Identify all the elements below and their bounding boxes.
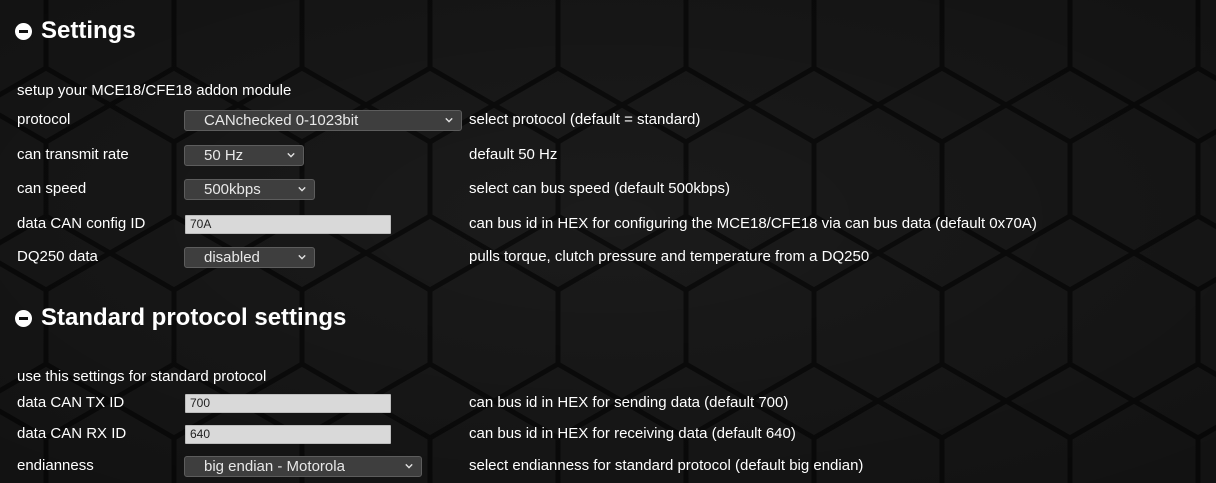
settings-page: Settings setup your MCE18/CFE18 addon mo… xyxy=(0,0,1216,483)
transmit-rate-row: can transmit rate 50 Hz default 50 Hz xyxy=(0,141,1216,169)
dq250-select[interactable]: disabled xyxy=(184,247,315,268)
can-speed-help: select can bus speed (default 500kbps) xyxy=(469,180,730,197)
dq250-row: DQ250 data disabled pulls torque, clutch… xyxy=(0,243,1216,271)
config-id-input[interactable]: 70A xyxy=(185,215,391,234)
dq250-label: DQ250 data xyxy=(17,248,98,265)
dq250-select-value: disabled xyxy=(204,249,260,266)
config-id-label: data CAN config ID xyxy=(17,215,146,232)
rx-id-label: data CAN RX ID xyxy=(17,425,127,442)
tx-id-row: data CAN TX ID 700 can bus id in HEX for… xyxy=(0,389,1216,417)
standard-section-description: use this settings for standard protocol xyxy=(17,368,267,385)
protocol-select-value: CANchecked 0-1023bit xyxy=(204,112,359,129)
rx-id-input[interactable]: 640 xyxy=(185,425,391,444)
chevron-down-icon xyxy=(287,151,295,159)
can-speed-select-value: 500kbps xyxy=(204,181,261,198)
protocol-label: protocol xyxy=(17,111,71,128)
standard-section-header[interactable]: Standard protocol settings xyxy=(15,301,346,335)
chevron-down-icon xyxy=(445,116,453,124)
chevron-down-icon xyxy=(405,462,413,470)
config-id-help: can bus id in HEX for configuring the MC… xyxy=(469,215,1037,232)
protocol-select[interactable]: CANchecked 0-1023bit xyxy=(184,110,462,131)
chevron-down-icon xyxy=(298,253,306,261)
transmit-rate-label: can transmit rate xyxy=(17,146,129,163)
settings-section-description: setup your MCE18/CFE18 addon module xyxy=(17,82,292,99)
rx-id-row: data CAN RX ID 640 can bus id in HEX for… xyxy=(0,420,1216,448)
tx-id-help: can bus id in HEX for sending data (defa… xyxy=(469,394,789,411)
tx-id-label: data CAN TX ID xyxy=(17,394,125,411)
rx-id-help: can bus id in HEX for receiving data (de… xyxy=(469,425,796,442)
chevron-down-icon xyxy=(298,185,306,193)
endianness-select[interactable]: big endian - Motorola xyxy=(184,456,422,477)
transmit-rate-select[interactable]: 50 Hz xyxy=(184,145,304,166)
minus-circle-icon[interactable] xyxy=(15,309,32,327)
dq250-help: pulls torque, clutch pressure and temper… xyxy=(469,248,870,265)
standard-section-title: Standard protocol settings xyxy=(41,304,347,331)
settings-section-title: Settings xyxy=(41,17,136,44)
endianness-row: endianness big endian - Motorola select … xyxy=(0,452,1216,480)
config-id-row: data CAN config ID 70A can bus id in HEX… xyxy=(0,210,1216,238)
minus-circle-icon[interactable] xyxy=(15,22,32,40)
endianness-label: endianness xyxy=(17,457,94,474)
transmit-rate-help: default 50 Hz xyxy=(469,146,558,163)
settings-section-header[interactable]: Settings xyxy=(15,14,136,48)
can-speed-label: can speed xyxy=(17,180,87,197)
can-speed-select[interactable]: 500kbps xyxy=(184,179,315,200)
transmit-rate-select-value: 50 Hz xyxy=(204,147,244,164)
protocol-row: protocol CANchecked 0-1023bit select pro… xyxy=(0,106,1216,134)
endianness-select-value: big endian - Motorola xyxy=(204,458,345,475)
can-speed-row: can speed 500kbps select can bus speed (… xyxy=(0,175,1216,203)
protocol-help: select protocol (default = standard) xyxy=(469,111,701,128)
endianness-help: select endianness for standard protocol … xyxy=(469,457,864,474)
tx-id-input[interactable]: 700 xyxy=(185,394,391,413)
